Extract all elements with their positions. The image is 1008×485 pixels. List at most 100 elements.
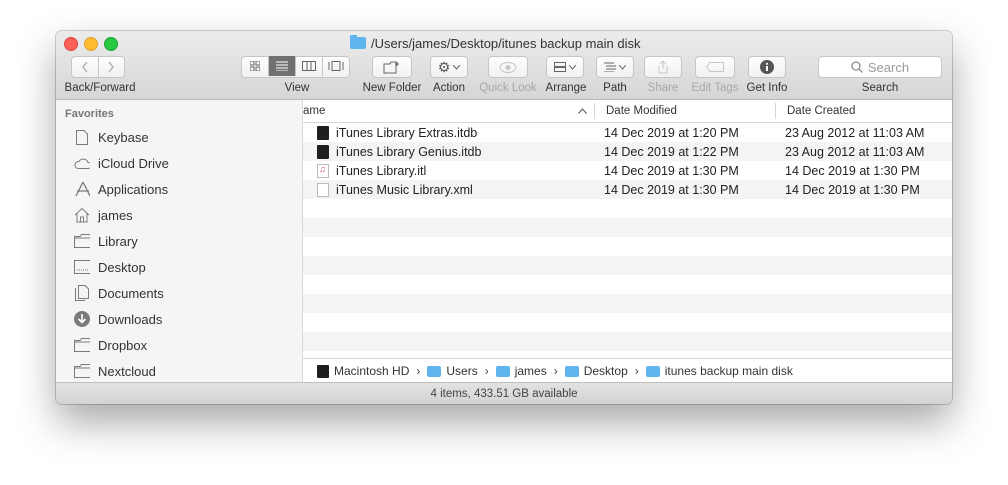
path-item-label: james [514, 364, 547, 378]
folder-icon [427, 365, 442, 377]
path-item-desktop[interactable]: Desktop [564, 364, 628, 378]
action-button[interactable]: ⚙ [430, 56, 468, 78]
file-date-created: 23 Aug 2012 at 11:03 AM [785, 125, 925, 140]
table-row[interactable]: iTunes Library Genius.itdb 14 Dec 2019 a… [303, 142, 952, 161]
view-label: View [284, 82, 310, 94]
path-separator-icon: › [634, 364, 639, 378]
path-bar: Macintosh HD › Users › james › Desktop ›… [303, 358, 952, 383]
downloads-icon [74, 311, 90, 327]
quick-look-button[interactable] [488, 56, 528, 78]
applications-icon [74, 181, 90, 197]
folder-icon [564, 365, 579, 377]
minimize-button[interactable] [84, 37, 98, 51]
file-name: iTunes Library.itl [336, 163, 427, 178]
table-row[interactable]: iTunes Library.itl 14 Dec 2019 at 1:30 P… [303, 161, 952, 180]
sidebar-item-label: Nextcloud [98, 363, 156, 379]
close-button[interactable] [64, 37, 78, 51]
folder-icon [350, 35, 366, 49]
sidebar-item-label: james [98, 207, 133, 223]
window-title: /Users/james/Desktop/itunes backup main … [350, 35, 641, 51]
search-placeholder: Search [867, 59, 910, 75]
sidebar-item-dropbox[interactable]: Dropbox [74, 334, 147, 356]
sidebar-item-label: Keybase [98, 129, 149, 145]
column-header: ame Date Modified Date Created [303, 100, 952, 123]
file-date-modified: 14 Dec 2019 at 1:30 PM [604, 182, 739, 197]
zoom-button[interactable] [104, 37, 118, 51]
file-name: iTunes Library Genius.itdb [336, 144, 482, 159]
share-button[interactable] [644, 56, 682, 78]
database-file-icon [317, 125, 329, 140]
empty-row [303, 332, 952, 351]
column-header-date-created[interactable]: Date Created [787, 100, 947, 122]
cloud-icon [74, 155, 90, 171]
folder-icon [74, 233, 90, 249]
column-header-date-created-label: Date Created [787, 105, 856, 117]
path-item-james[interactable]: james [495, 364, 547, 378]
table-row[interactable]: iTunes Music Library.xml 14 Dec 2019 at … [303, 180, 952, 199]
column-divider[interactable] [775, 103, 776, 119]
file-date-created: 14 Dec 2019 at 1:30 PM [785, 182, 920, 197]
edit-tags-button[interactable] [695, 56, 735, 78]
path-item-label: itunes backup main disk [664, 364, 793, 378]
file-name: iTunes Music Library.xml [336, 182, 473, 197]
empty-row [303, 199, 952, 218]
action-label: Action [433, 82, 465, 94]
empty-row [303, 237, 952, 256]
arrange-icon [554, 62, 566, 72]
folder-icon [74, 337, 90, 353]
sidebar-item-applications[interactable]: Applications [74, 178, 168, 200]
back-forward-control [71, 56, 125, 78]
get-info-label: Get Info [746, 82, 788, 94]
column-header-name[interactable]: ame [303, 100, 593, 122]
back-button[interactable] [72, 57, 99, 77]
chevron-down-icon [569, 64, 576, 70]
sidebar-item-icloud-drive[interactable]: iCloud Drive [74, 152, 169, 174]
empty-row [303, 275, 952, 294]
column-view-button[interactable] [296, 56, 323, 76]
path-item-itunes-backup-main-disk[interactable]: itunes backup main disk [645, 364, 793, 378]
get-info-button[interactable] [748, 56, 786, 78]
file-date-modified: 14 Dec 2019 at 1:20 PM [604, 125, 739, 140]
column-header-date-modified-label: Date Modified [606, 105, 677, 117]
xml-file-icon [317, 182, 329, 197]
path-button[interactable] [596, 56, 634, 78]
document-icon [74, 129, 90, 145]
itunes-library-file-icon [317, 163, 329, 178]
gallery-view-button[interactable] [323, 56, 349, 76]
eye-icon [499, 61, 517, 73]
toolbar: /Users/james/Desktop/itunes backup main … [56, 31, 952, 100]
sidebar-item-keybase[interactable]: Keybase [74, 126, 149, 148]
status-text: 4 items, 433.51 GB available [430, 388, 578, 400]
edit-tags-label: Edit Tags [691, 82, 739, 94]
column-header-date-modified[interactable]: Date Modified [606, 100, 771, 122]
sidebar-item-label: Documents [98, 285, 164, 301]
empty-row [303, 256, 952, 275]
new-folder-button[interactable] [372, 56, 412, 78]
arrange-button[interactable] [546, 56, 584, 78]
sidebar-item-documents[interactable]: Documents [74, 282, 164, 304]
chevron-down-icon [619, 64, 626, 70]
chevron-left-icon [81, 61, 88, 73]
column-divider[interactable] [594, 103, 595, 119]
file-date-created: 14 Dec 2019 at 1:30 PM [785, 163, 920, 178]
search-input[interactable]: Search [818, 56, 942, 78]
path-separator-icon: › [553, 364, 558, 378]
sidebar-item-downloads[interactable]: Downloads [74, 308, 162, 330]
sidebar-item-label: Library [98, 233, 138, 249]
tag-icon [706, 62, 724, 72]
sidebar-item-nextcloud[interactable]: Nextcloud [74, 360, 156, 382]
sidebar-item-library[interactable]: Library [74, 230, 138, 252]
path-item-users[interactable]: Users [427, 364, 478, 378]
table-row[interactable]: iTunes Library Extras.itdb 14 Dec 2019 a… [303, 123, 952, 142]
sidebar: Favorites Keybase iCloud Drive Applicati… [56, 100, 303, 382]
list-view-button[interactable] [269, 56, 296, 76]
list-icon [276, 61, 288, 71]
empty-row [303, 294, 952, 313]
folder-icon [495, 365, 510, 377]
path-item-macintosh-hd[interactable]: Macintosh HD [317, 364, 409, 378]
icon-view-button[interactable] [242, 56, 269, 76]
forward-button[interactable] [99, 57, 125, 77]
sidebar-item-james[interactable]: james [74, 204, 133, 226]
search-label: Search [861, 82, 899, 94]
sidebar-item-desktop[interactable]: Desktop [74, 256, 146, 278]
